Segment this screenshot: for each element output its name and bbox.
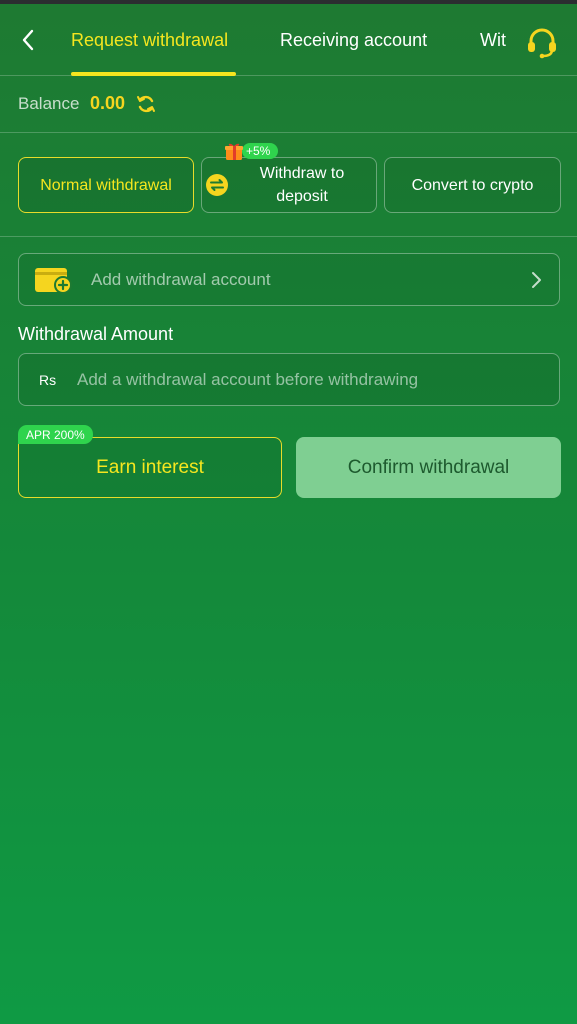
tab-withdrawal-record[interactable]: Wit [480, 4, 506, 76]
convert-to-crypto-button[interactable]: Convert to crypto [384, 157, 561, 213]
chevron-left-icon [22, 29, 34, 51]
balance-label: Balance [18, 94, 80, 113]
swap-icon [206, 174, 228, 196]
bonus-percent: +5% [242, 143, 279, 159]
bonus-badge: +5% [224, 142, 279, 160]
tab-request-withdrawal[interactable]: Request withdrawal [71, 4, 228, 76]
tab-receiving-account[interactable]: Receiving account [280, 4, 427, 76]
balance-row: Balance 0.00 [0, 76, 577, 133]
back-button[interactable] [14, 24, 42, 56]
earn-interest-button[interactable]: Earn interest [18, 437, 282, 498]
support-button[interactable] [524, 24, 560, 60]
refresh-icon [137, 95, 155, 113]
add-withdrawal-account-row[interactable]: Add withdrawal account [18, 253, 560, 306]
refresh-button[interactable] [136, 94, 156, 114]
confirm-withdrawal-button[interactable]: Confirm withdrawal [296, 437, 561, 498]
withdrawal-amount-label: Withdrawal Amount [18, 324, 174, 344]
header-tabs: Request withdrawal Receiving account Wit [0, 4, 577, 76]
add-withdrawal-account-label: Add withdrawal account [91, 270, 271, 289]
gift-icon [224, 142, 244, 160]
withdrawal-amount-input[interactable] [77, 362, 547, 398]
balance-value: 0.00 [90, 93, 126, 113]
apr-badge: APR 200% [18, 425, 93, 444]
normal-withdrawal-button[interactable]: Normal withdrawal [18, 157, 194, 213]
withdrawal-methods: Normal withdrawal Withdraw to deposit Co… [0, 133, 577, 237]
withdrawal-amount-field: Rs [18, 353, 560, 406]
headset-icon [528, 28, 556, 59]
wallet-add-icon [34, 266, 72, 294]
chevron-right-icon [525, 269, 547, 291]
currency-symbol: Rs [39, 372, 57, 388]
